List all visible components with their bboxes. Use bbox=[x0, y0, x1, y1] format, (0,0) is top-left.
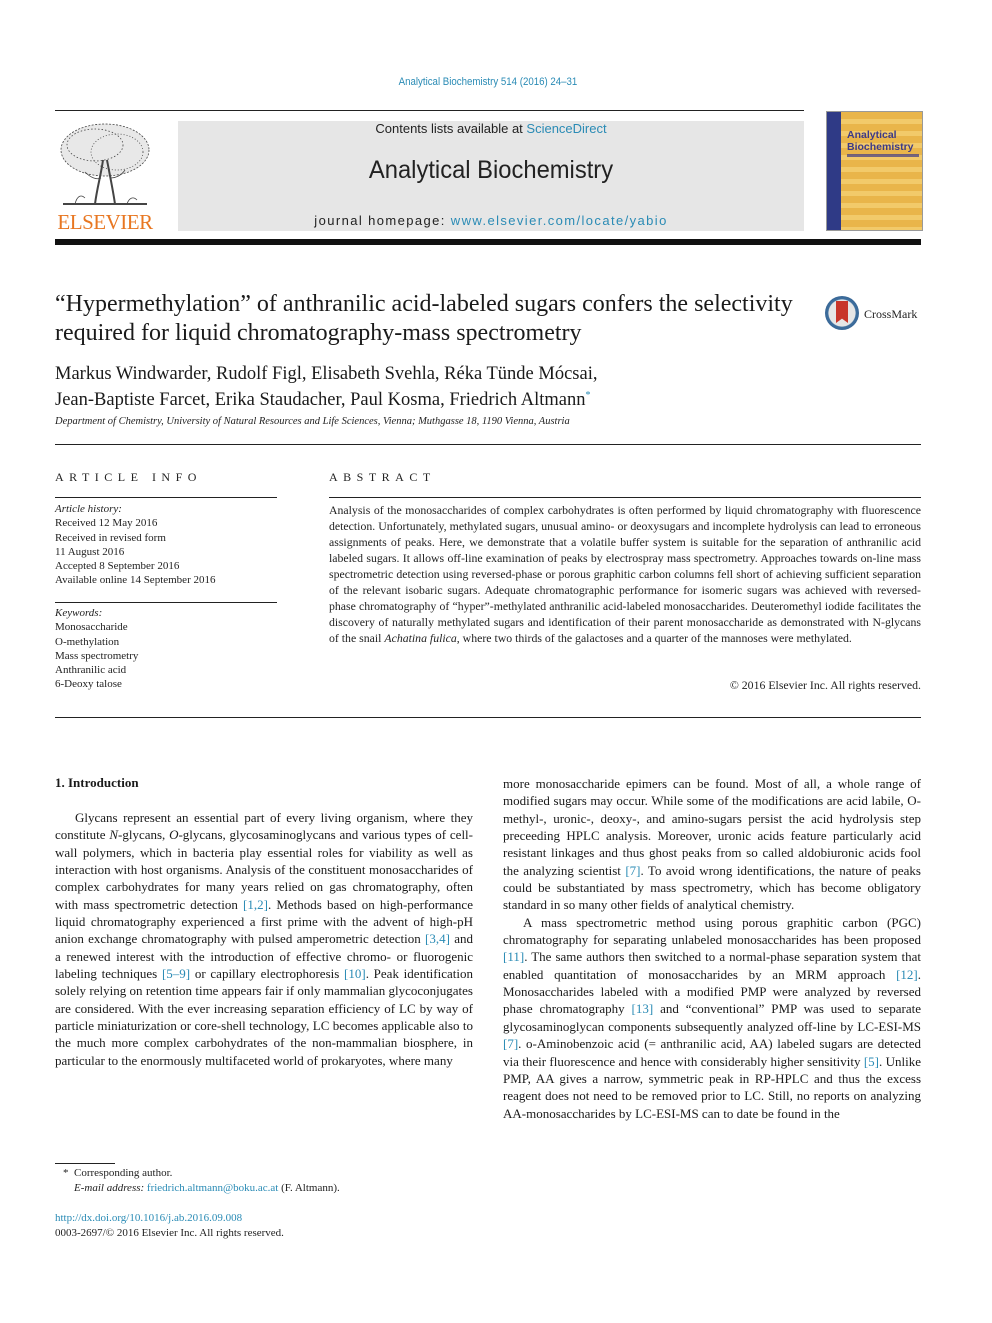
footnote-corresponding-text: Corresponding author. bbox=[74, 1167, 173, 1179]
intro-paragraph-1-continued: more monosaccharide epimers can be found… bbox=[503, 776, 921, 913]
footnote-mark: * bbox=[63, 1167, 69, 1179]
history-item: 11 August 2016 bbox=[55, 545, 125, 558]
author-list: Markus Windwarder, Rudolf Figl, Elisabet… bbox=[55, 364, 795, 411]
authors-line-2-text: Jean-Baptiste Farcet, Erika Staudacher, … bbox=[55, 390, 586, 411]
homepage-link[interactable]: www.elsevier.com/locate/yabio bbox=[451, 213, 668, 228]
corresponding-author-note: * Corresponding author. bbox=[63, 1166, 340, 1181]
contents-availability: Contents lists available at ScienceDirec… bbox=[178, 121, 804, 136]
intro-paragraph-2: A mass spectrometric method using porous… bbox=[503, 914, 922, 1121]
article-info-heading: ARTICLE INFO bbox=[55, 470, 202, 484]
header-rule bbox=[55, 110, 804, 111]
footnote-rule bbox=[55, 1163, 115, 1164]
issn-copyright: 0003-2697/© 2016 Elsevier Inc. All right… bbox=[55, 1227, 284, 1239]
cover-title-line1: Analytical bbox=[847, 129, 897, 141]
doi-link[interactable]: http://dx.doi.org/10.1016/j.ab.2016.09.0… bbox=[55, 1211, 284, 1226]
cover-title-line2: Biochemistry bbox=[847, 141, 914, 153]
affiliation: Department of Chemistry, University of N… bbox=[55, 416, 570, 427]
history-item: Received in revised form bbox=[55, 531, 166, 544]
body-column-right: more monosaccharide epimers can be found… bbox=[503, 775, 921, 1122]
citation-link[interactable]: [3,4] bbox=[425, 931, 450, 946]
abstract-text-main: Analysis of the monosaccharides of compl… bbox=[329, 503, 921, 645]
cover-title: Analytical Biochemistry bbox=[847, 129, 914, 153]
keyword-item: 6-Deoxy talose bbox=[55, 678, 122, 691]
doi-block: http://dx.doi.org/10.1016/j.ab.2016.09.0… bbox=[55, 1211, 284, 1241]
corresponding-author-mark[interactable]: * bbox=[585, 390, 590, 401]
abstract-text-end: , where two thirds of the galactoses and… bbox=[456, 631, 852, 645]
citation-link[interactable]: [1,2] bbox=[243, 897, 268, 912]
contents-prefix: Contents lists available at bbox=[375, 121, 527, 136]
article-title: “Hypermethylation” of anthranilic acid-l… bbox=[55, 291, 793, 346]
journal-title: Analytical Biochemistry bbox=[368, 156, 614, 184]
elsevier-tree-icon bbox=[60, 123, 150, 205]
history-item: Accepted 8 September 2016 bbox=[55, 560, 180, 573]
keyword-item: Anthranilic acid bbox=[55, 664, 127, 677]
elsevier-logo: ELSEVIER bbox=[55, 120, 155, 234]
article-info-rule bbox=[55, 497, 277, 498]
citation-link[interactable]: [11] bbox=[503, 949, 524, 964]
italic-term: N bbox=[109, 827, 118, 843]
email-label: E-mail address: bbox=[74, 1182, 145, 1194]
cover-subtitle-bar bbox=[847, 154, 919, 157]
footnote: * Corresponding author. E-mail address: … bbox=[63, 1166, 340, 1196]
crossmark-button[interactable]: CrossMark bbox=[825, 296, 925, 336]
citation-link[interactable]: [13] bbox=[632, 1001, 654, 1016]
elsevier-wordmark: ELSEVIER bbox=[57, 210, 153, 234]
history-item: Available online 14 September 2016 bbox=[55, 574, 216, 587]
email-line: E-mail address: friedrich.altmann@boku.a… bbox=[63, 1181, 340, 1196]
journal-cover-thumbnail[interactable]: Analytical Biochemistry bbox=[826, 111, 923, 231]
keyword-item: Mass spectrometry bbox=[55, 649, 139, 662]
email-link[interactable]: friedrich.altmann@boku.ac.at bbox=[147, 1182, 278, 1194]
authors-line-2: Jean-Baptiste Farcet, Erika Staudacher, … bbox=[55, 385, 795, 411]
section-heading-introduction: 1. Introduction bbox=[55, 775, 139, 790]
journal-citation-link[interactable]: Analytical Biochemistry 514 (2016) 24–31 bbox=[59, 76, 918, 88]
sciencedirect-link[interactable]: ScienceDirect bbox=[526, 121, 606, 136]
authors-line-1: Markus Windwarder, Rudolf Figl, Elisabet… bbox=[55, 364, 598, 384]
abstract-body: Analysis of the monosaccharides of compl… bbox=[329, 502, 921, 646]
email-suffix: (F. Altmann). bbox=[278, 1182, 340, 1194]
citation-link[interactable]: [5] bbox=[864, 1054, 879, 1069]
history-item: Received 12 May 2016 bbox=[55, 517, 158, 530]
cover-spine bbox=[827, 112, 841, 230]
homepage-prefix: journal homepage: bbox=[314, 213, 451, 228]
body-column-left: Glycans represent an essential part of e… bbox=[55, 809, 473, 1069]
affiliation-rule bbox=[55, 444, 921, 445]
keywords-label: Keywords: bbox=[55, 607, 103, 619]
article-history-label: Article history: bbox=[55, 503, 122, 515]
citation-link[interactable]: [12] bbox=[896, 967, 918, 982]
italic-term: O bbox=[169, 827, 179, 843]
article-history: Article history: Received 12 May 2016 Re… bbox=[55, 502, 277, 588]
keywords: Keywords: Monosaccharide O-methylation M… bbox=[55, 606, 277, 692]
keywords-rule bbox=[55, 602, 277, 603]
abstract-end-rule bbox=[55, 717, 921, 718]
intro-paragraph-1: Glycans represent an essential part of e… bbox=[55, 810, 473, 1068]
abstract-species: Achatina fulica bbox=[384, 631, 457, 645]
keyword-item: Monosaccharide bbox=[55, 621, 128, 634]
crossmark-label: CrossMark bbox=[864, 307, 918, 321]
journal-homepage: journal homepage: www.elsevier.com/locat… bbox=[178, 213, 804, 228]
citation-link[interactable]: [7] bbox=[503, 1036, 518, 1051]
header-thick-rule bbox=[55, 239, 921, 245]
citation-link[interactable]: [7] bbox=[625, 863, 640, 878]
abstract-rule bbox=[329, 497, 921, 498]
citation-link[interactable]: [5–9] bbox=[162, 966, 190, 981]
keyword-item: O-methylation bbox=[55, 635, 120, 648]
abstract-copyright: © 2016 Elsevier Inc. All rights reserved… bbox=[729, 678, 921, 692]
citation-link[interactable]: [10] bbox=[344, 966, 366, 981]
abstract-heading: ABSTRACT bbox=[329, 470, 436, 484]
